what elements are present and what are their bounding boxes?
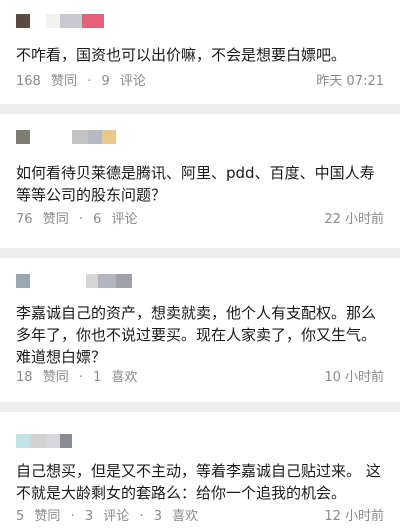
comment-text[interactable]: 不咋看，国资也可以出价嘛，不会是想要白嫖吧。	[16, 44, 384, 66]
username-redacted[interactable]	[46, 434, 60, 448]
favorite-label[interactable]: 喜欢	[112, 368, 138, 388]
comment-meta: 5 赞同 · 3 评论 · 3 喜欢 12 小时前	[16, 507, 384, 527]
author-row[interactable]	[16, 14, 116, 28]
comment-time: 22 小时前	[324, 212, 384, 227]
avatar[interactable]	[16, 130, 30, 144]
comment-time: 10 小时前	[324, 370, 384, 385]
like-count[interactable]: 168	[16, 72, 41, 92]
avatar[interactable]	[16, 434, 30, 448]
like-count[interactable]: 76	[16, 210, 33, 230]
author-row[interactable]	[16, 274, 136, 288]
like-label[interactable]: 赞同	[43, 210, 69, 230]
username-redacted[interactable]	[30, 434, 46, 448]
reply-count[interactable]: 3	[85, 507, 93, 527]
username-redacted[interactable]	[72, 130, 88, 144]
username-redacted[interactable]	[46, 14, 60, 28]
comment-card[interactable]: 如何看待贝莱德是腾讯、阿里、pdd、百度、中国人寿等等公司的股东问题？ 76 赞…	[0, 114, 400, 244]
username-redacted[interactable]	[60, 434, 72, 448]
like-count[interactable]: 5	[16, 507, 24, 527]
like-label[interactable]: 赞同	[43, 368, 69, 388]
username-redacted[interactable]	[60, 14, 82, 28]
comment-time: 12 小时前	[324, 509, 384, 524]
like-count[interactable]: 18	[16, 368, 33, 388]
comment-meta: 168 赞同 · 9 评论 昨天 07:21	[16, 72, 384, 92]
username-redacted[interactable]	[116, 274, 132, 288]
comment-time: 昨天 07:21	[316, 74, 384, 89]
username-redacted[interactable]	[88, 130, 102, 144]
favorite-count[interactable]: 3	[154, 507, 162, 527]
meta-separator: ·	[87, 74, 92, 89]
username-redacted[interactable]	[98, 274, 116, 288]
username-redacted[interactable]	[82, 14, 104, 28]
comment-text[interactable]: 自己想买，但是又不主动，等着李嘉诚自己贴过来。 这不就是大龄剩女的套路么：给你一…	[16, 460, 384, 504]
comment-text[interactable]: 李嘉诚自己的资产，想卖就卖，他个人有支配权。那么多年了，你也不说过要买。现在人家…	[16, 302, 384, 368]
comment-card[interactable]: 自己想买，但是又不主动，等着李嘉诚自己贴过来。 这不就是大龄剩女的套路么：给你一…	[0, 412, 400, 530]
username-redacted[interactable]	[86, 274, 98, 288]
reply-label[interactable]: 评论	[103, 507, 129, 527]
meta-separator: ·	[78, 212, 83, 227]
avatar[interactable]	[16, 274, 30, 288]
favorite-label[interactable]: 喜欢	[172, 507, 198, 527]
favorite-count[interactable]: 1	[93, 368, 101, 388]
meta-separator: ·	[139, 509, 144, 524]
reply-count[interactable]: 9	[101, 72, 109, 92]
username-redacted[interactable]	[102, 130, 116, 144]
like-label[interactable]: 赞同	[34, 507, 60, 527]
comment-meta: 18 赞同 · 1 喜欢 10 小时前	[16, 368, 384, 388]
meta-separator: ·	[78, 370, 83, 385]
comment-card[interactable]: 不咋看，国资也可以出价嘛，不会是想要白嫖吧。 168 赞同 · 9 评论 昨天 …	[0, 0, 400, 96]
divider	[0, 402, 400, 412]
comment-text[interactable]: 如何看待贝莱德是腾讯、阿里、pdd、百度、中国人寿等等公司的股东问题？	[16, 162, 384, 206]
reply-label[interactable]: 评论	[120, 72, 146, 92]
avatar[interactable]	[16, 14, 30, 28]
like-label[interactable]: 赞同	[51, 72, 77, 92]
author-row[interactable]	[16, 434, 76, 448]
reply-count[interactable]: 6	[93, 210, 101, 230]
author-row[interactable]	[16, 130, 116, 144]
divider	[0, 104, 400, 114]
meta-separator: ·	[70, 509, 75, 524]
comment-card[interactable]: 李嘉诚自己的资产，想卖就卖，他个人有支配权。那么多年了，你也不说过要买。现在人家…	[0, 258, 400, 400]
divider	[0, 248, 400, 258]
comment-meta: 76 赞同 · 6 评论 22 小时前	[16, 210, 384, 230]
reply-label[interactable]: 评论	[112, 210, 138, 230]
comment-feed: 不咋看，国资也可以出价嘛，不会是想要白嫖吧。 168 赞同 · 9 评论 昨天 …	[0, 0, 400, 530]
